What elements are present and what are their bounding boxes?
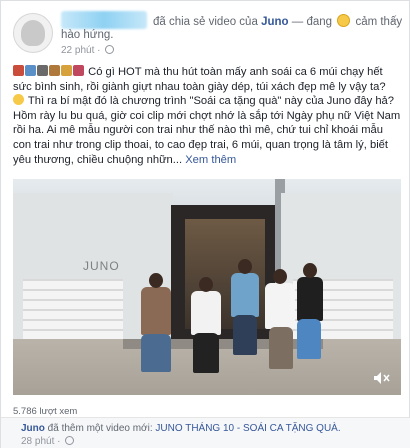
feeling-line: hào hứng.	[61, 29, 114, 41]
video-man-4-head	[273, 269, 287, 284]
video-man-1-head	[149, 273, 163, 288]
video-man-4-legs	[269, 327, 293, 369]
video-man-5-legs	[297, 319, 321, 359]
author-name-redacted[interactable]	[61, 11, 147, 29]
video-man-4	[265, 283, 295, 329]
shoe-emoji-icon	[25, 65, 36, 76]
shared-page-name-link[interactable]: Juno	[21, 423, 45, 434]
feeling-prefix: — đang	[291, 16, 333, 28]
options-chevron-icon[interactable]: ⌄	[389, 11, 399, 25]
avatar[interactable]	[13, 13, 53, 53]
high-heel-emoji-icon	[13, 65, 24, 76]
public-globe-icon[interactable]	[105, 45, 115, 54]
video-player[interactable]: JUNO	[13, 179, 401, 395]
post-header: đã chia sẻ video của Juno — đang cảm thấ…	[13, 11, 402, 59]
avatar-image	[21, 20, 45, 46]
video-man-5	[297, 277, 323, 321]
speaker-mute-icon[interactable]	[373, 371, 391, 385]
post-header-line: đã chia sẻ video của Juno — đang cảm thấ…	[153, 14, 402, 28]
shared-video-title-link[interactable]: JUNO THÁNG 10 - SOÁI CA TẶNG QUÀ.	[155, 423, 340, 434]
post-meta: 22 phút ·	[61, 45, 115, 56]
video-man-3-head	[238, 259, 252, 274]
view-count: 5.786 lượt xem	[13, 406, 78, 417]
shared-meta-separator: ·	[57, 436, 61, 447]
excited-smiley-icon	[337, 14, 351, 27]
video-man-1-legs	[141, 334, 171, 372]
shared-source-bar: Juno đã thêm một video mới: JUNO THÁNG 1…	[1, 417, 410, 448]
video-man-1	[141, 287, 171, 335]
handbag-emoji-icon	[61, 65, 72, 76]
page-name-link[interactable]: Juno	[261, 16, 288, 28]
video-shelf-left	[23, 279, 123, 339]
emoji-row	[13, 65, 85, 78]
shared-meta: 28 phút ·	[21, 436, 75, 447]
shared-source-line: Juno đã thêm một video mới: JUNO THÁNG 1…	[21, 423, 341, 434]
meta-separator: ·	[97, 45, 101, 56]
video-man-2	[191, 291, 221, 335]
shared-action-text: đã thêm một video mới:	[47, 423, 153, 434]
point-emoji-icon	[13, 94, 24, 106]
post-body: Có gì HOT mà thu hút toàn mấy anh soái c…	[13, 65, 401, 167]
video-man-2-head	[199, 277, 213, 292]
post-time[interactable]: 22 phút	[61, 45, 94, 56]
shared-time[interactable]: 28 phút	[21, 436, 54, 447]
see-more-link[interactable]: Xem thêm	[185, 154, 236, 166]
post-card: đã chia sẻ video của Juno — đang cảm thấ…	[0, 0, 410, 448]
video-man-3-legs	[233, 315, 257, 355]
video-man-5-head	[303, 263, 317, 278]
video-man-3	[231, 273, 259, 317]
video-man-2-legs	[193, 333, 219, 373]
video-store-sign: JUNO	[83, 259, 120, 273]
shared-public-globe-icon[interactable]	[65, 436, 75, 445]
header-action-text: đã chia sẻ video của	[153, 16, 258, 28]
post-paragraph-1: Có gì HOT mà thu hút toàn mấy anh soái c…	[13, 65, 401, 94]
sneaker-emoji-icon	[37, 65, 48, 76]
post-paragraph-2: Thì ra bí mật đó là chương trình "Soái c…	[13, 94, 401, 167]
bag-emoji-icon	[49, 65, 60, 76]
purse-emoji-icon	[73, 65, 84, 76]
